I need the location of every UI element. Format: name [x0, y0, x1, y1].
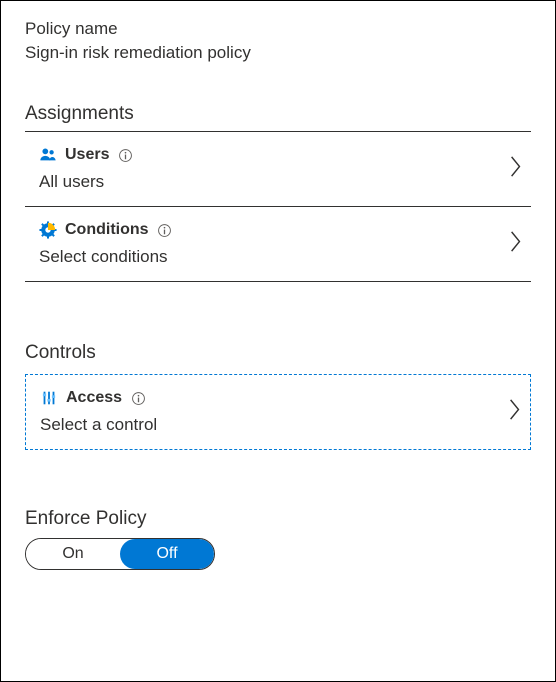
- info-icon[interactable]: [157, 222, 173, 238]
- users-title: Users: [65, 146, 109, 164]
- enforce-toggle-on[interactable]: On: [26, 539, 120, 569]
- access-summary: Select a control: [40, 415, 522, 435]
- chevron-right-icon: [509, 154, 523, 185]
- info-icon[interactable]: [130, 390, 146, 406]
- info-icon[interactable]: [117, 147, 133, 163]
- enforce-toggle-off[interactable]: Off: [120, 539, 214, 569]
- policy-name-value: Sign-in risk remediation policy: [25, 43, 531, 63]
- chevron-right-icon: [508, 397, 522, 428]
- conditions-summary: Select conditions: [39, 247, 523, 267]
- users-row[interactable]: Users All users: [25, 132, 531, 207]
- users-icon: [39, 146, 57, 164]
- conditions-row-head: Conditions: [39, 221, 523, 239]
- access-row[interactable]: Access Select a control: [25, 374, 531, 450]
- access-title: Access: [66, 389, 122, 407]
- policy-name-label: Policy name: [25, 19, 531, 39]
- policy-panel: Policy name Sign-in risk remediation pol…: [0, 0, 556, 682]
- policy-name-field: Policy name Sign-in risk remediation pol…: [25, 19, 531, 63]
- conditions-row[interactable]: Conditions Select conditions: [25, 207, 531, 282]
- access-row-head: Access: [40, 389, 522, 407]
- controls-section: Controls Access: [25, 342, 531, 450]
- access-sliders-icon: [40, 389, 58, 407]
- enforce-toggle[interactable]: On Off: [25, 538, 215, 570]
- chevron-right-icon: [509, 229, 523, 260]
- assignments-section: Assignments Users: [25, 103, 531, 282]
- controls-header: Controls: [25, 342, 531, 372]
- users-summary: All users: [39, 172, 523, 192]
- conditions-gear-icon: [39, 221, 57, 239]
- users-row-head: Users: [39, 146, 523, 164]
- enforce-section: Enforce Policy On Off: [25, 508, 531, 570]
- assignments-header: Assignments: [25, 103, 531, 132]
- conditions-title: Conditions: [65, 221, 149, 239]
- enforce-label: Enforce Policy: [25, 508, 531, 530]
